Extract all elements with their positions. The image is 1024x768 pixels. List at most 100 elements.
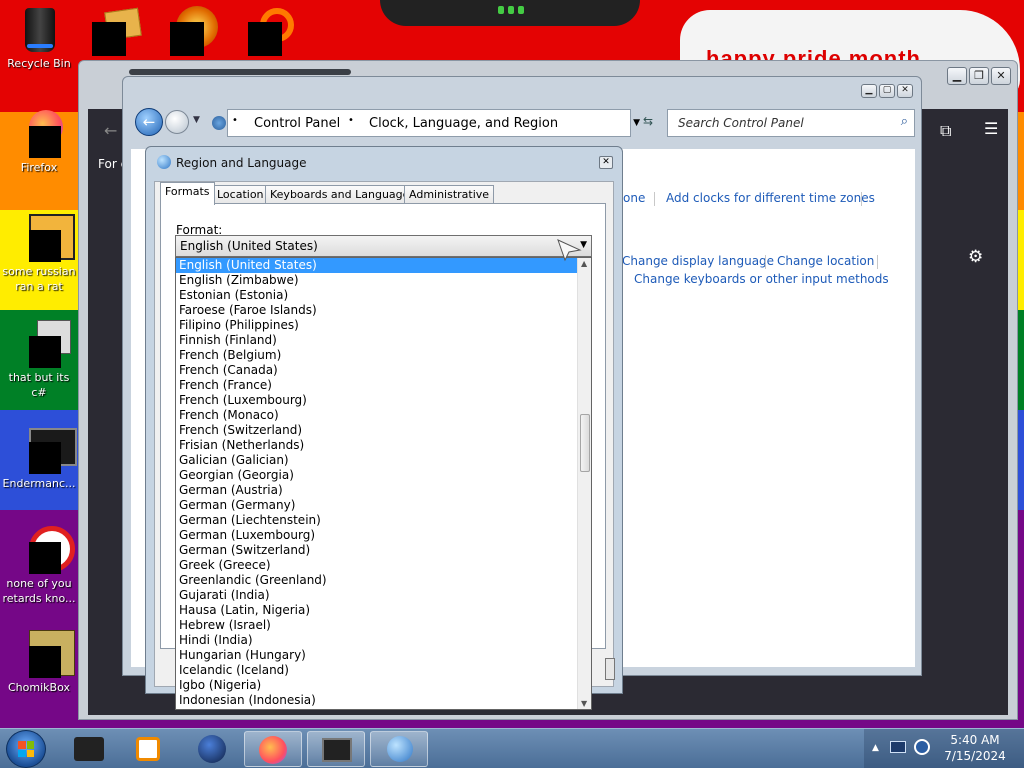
format-option[interactable]: French (Canada) xyxy=(176,363,578,378)
format-dropdown-list[interactable]: English (United States) English (Zimbabwe… xyxy=(175,257,592,710)
show-hidden-icons-icon[interactable]: ▲ xyxy=(872,743,879,753)
format-option[interactable]: Indonesian (Indonesia) xyxy=(176,693,578,708)
maximize-button[interactable]: ▢ xyxy=(879,84,895,98)
clock-time[interactable]: 5:40 AM xyxy=(950,733,1000,747)
format-option[interactable]: German (Switzerland) xyxy=(176,543,578,558)
taskbar-app-terminal[interactable] xyxy=(307,731,365,767)
format-option[interactable]: Finnish (Finland) xyxy=(176,333,578,348)
taskbar: ▲ xyxy=(0,728,1024,768)
wallpaper-dark-shape xyxy=(380,0,640,26)
format-option[interactable]: German (Liechtenstein) xyxy=(176,513,578,528)
desktop-icon-recycle-bin[interactable]: Recycle Bin xyxy=(0,6,78,71)
tab-administrative[interactable]: Administrative xyxy=(404,185,495,204)
mouse-cursor-icon xyxy=(557,239,582,262)
breadcrumb-control-panel[interactable]: Control Panel xyxy=(254,116,340,131)
dropdown-scrollbar[interactable]: ▲ ▼ xyxy=(577,258,591,709)
format-option[interactable]: Greek (Greece) xyxy=(176,558,578,573)
format-option[interactable]: German (Austria) xyxy=(176,483,578,498)
close-button[interactable]: ✕ xyxy=(599,156,613,169)
format-option[interactable]: Gujarati (India) xyxy=(176,588,578,603)
back-button[interactable]: ← xyxy=(135,108,163,136)
breadcrumb-clock-language-region[interactable]: Clock, Language, and Region xyxy=(369,116,558,131)
tab-formats[interactable]: Formats xyxy=(160,182,215,205)
close-button[interactable]: ✕ xyxy=(897,84,913,98)
time-zone-link[interactable]: one xyxy=(623,191,645,205)
close-button[interactable]: ✕ xyxy=(991,67,1011,85)
gear-icon[interactable]: ⚙ xyxy=(968,247,983,267)
format-option[interactable]: Hindi (India) xyxy=(176,633,578,648)
recent-pages-dropdown[interactable]: ▼ xyxy=(193,115,200,125)
change-display-language-link[interactable]: Change display language xyxy=(622,254,774,268)
desktop-icon-rat[interactable]: some russian ran a rat xyxy=(0,214,78,294)
app-icon xyxy=(74,737,104,761)
extensions-icon[interactable]: ⧉ xyxy=(940,121,951,141)
format-option[interactable]: French (Belgium) xyxy=(176,348,578,363)
clock-date[interactable]: 7/15/2024 xyxy=(944,749,1006,763)
desktop-icon-chomikbox[interactable]: ChomikBox xyxy=(0,630,78,695)
format-option[interactable]: French (France) xyxy=(176,378,578,393)
format-option[interactable]: English (United States) xyxy=(176,258,578,273)
format-option[interactable]: Igbo (Nigeria) xyxy=(176,678,578,693)
minimize-button[interactable]: ▁ xyxy=(861,84,877,98)
tab-keyboards-languages[interactable]: Keyboards and Languages xyxy=(265,185,421,204)
control-panel-icon xyxy=(212,116,226,130)
format-option[interactable]: French (Switzerland) xyxy=(176,423,578,438)
app-icon xyxy=(15,320,71,368)
format-option[interactable]: English (Zimbabwe) xyxy=(176,273,578,288)
format-selected-value: English (United States) xyxy=(180,239,318,253)
network-icon[interactable] xyxy=(890,741,906,753)
format-option[interactable]: Frisian (Netherlands) xyxy=(176,438,578,453)
format-option[interactable]: German (Germany) xyxy=(176,498,578,513)
change-keyboards-link[interactable]: Change keyboards or other input methods xyxy=(634,272,889,286)
search-icon[interactable]: ⌕ xyxy=(901,114,908,129)
format-option[interactable]: Hebrew (Israel) xyxy=(176,618,578,633)
scroll-down-icon[interactable]: ▼ xyxy=(581,699,587,708)
search-input[interactable]: Search Control Panel ⌕ xyxy=(667,109,915,137)
format-option[interactable]: French (Monaco) xyxy=(176,408,578,423)
maximize-button[interactable]: ❐ xyxy=(969,67,989,85)
address-dropdown-icon[interactable]: ▼ xyxy=(633,118,640,128)
refresh-icon[interactable]: ⇆ xyxy=(643,114,653,128)
start-button[interactable] xyxy=(6,730,46,768)
format-option[interactable]: Greenlandic (Greenland) xyxy=(176,573,578,588)
desktop-icon-endermanch[interactable]: Endermanc... xyxy=(0,426,78,491)
taskbar-app-explorer[interactable] xyxy=(60,731,118,767)
format-combobox[interactable]: English (United States) ▼ xyxy=(175,235,592,257)
minimize-button[interactable]: ▁ xyxy=(947,67,967,85)
format-option[interactable]: German (Luxembourg) xyxy=(176,528,578,543)
ok-button-partial[interactable] xyxy=(605,658,615,680)
app-icon xyxy=(15,214,75,262)
change-location-link[interactable]: Change location xyxy=(777,254,874,268)
address-bar[interactable]: • Control Panel • Clock, Language, and R… xyxy=(212,109,640,137)
format-option[interactable]: Galician (Galician) xyxy=(176,453,578,468)
tab-location[interactable]: Location xyxy=(212,185,269,204)
format-option[interactable]: French (Luxembourg) xyxy=(176,393,578,408)
format-option[interactable]: Icelandic (Iceland) xyxy=(176,663,578,678)
volume-icon[interactable] xyxy=(914,739,930,755)
taskbar-app-control-panel[interactable] xyxy=(370,731,428,767)
globe-icon xyxy=(198,735,226,763)
menu-icon[interactable]: ☰ xyxy=(984,119,998,138)
app-icon[interactable] xyxy=(248,6,296,58)
app-icon[interactable] xyxy=(92,6,142,58)
recycle-bin-icon xyxy=(15,6,63,54)
add-clocks-link[interactable]: Add clocks for different time zones xyxy=(666,191,875,205)
forward-button[interactable] xyxy=(165,110,189,134)
firefox-icon xyxy=(15,110,63,158)
format-option[interactable]: Faroese (Faroe Islands) xyxy=(176,303,578,318)
media-player-icon xyxy=(136,737,160,761)
format-option[interactable]: Hausa (Latin, Nigeria) xyxy=(176,603,578,618)
format-option[interactable]: Estonian (Estonia) xyxy=(176,288,578,303)
format-option[interactable]: Georgian (Georgia) xyxy=(176,468,578,483)
format-option[interactable]: Hungarian (Hungary) xyxy=(176,648,578,663)
taskbar-app-firefox[interactable] xyxy=(244,731,302,767)
format-option[interactable]: Filipino (Philippines) xyxy=(176,318,578,333)
taskbar-app-media[interactable] xyxy=(120,731,178,767)
desktop-icon-none-of-you[interactable]: none of you retards kno... xyxy=(0,526,78,606)
desktop-icon-firefox[interactable]: Firefox xyxy=(0,110,78,175)
app-icon[interactable] xyxy=(170,6,218,58)
taskbar-app-globe[interactable] xyxy=(184,731,242,767)
desktop-icon-csharp[interactable]: that but its c# xyxy=(0,320,78,400)
back-arrow-icon[interactable]: ← xyxy=(104,121,117,140)
scrollbar-thumb[interactable] xyxy=(580,414,590,472)
